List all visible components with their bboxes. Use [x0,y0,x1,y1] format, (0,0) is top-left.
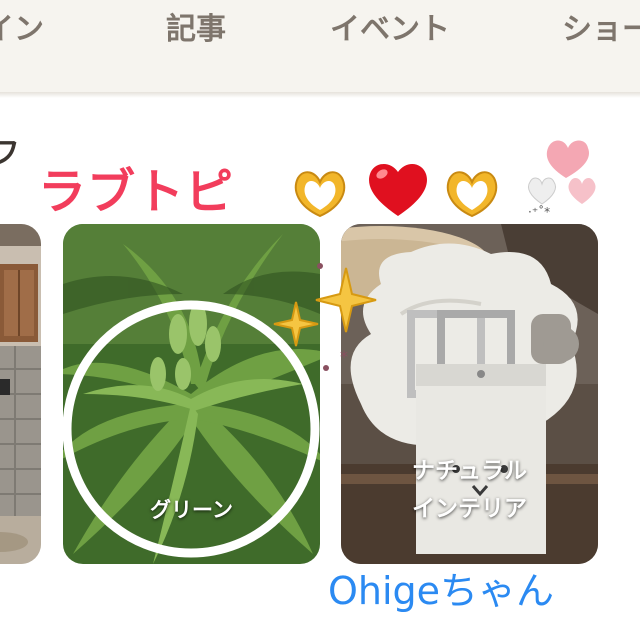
nav-tab-events[interactable]: イベント [330,4,450,48]
nav-tab-shop[interactable]: ショー [562,4,640,48]
section-heading: フ [0,136,20,171]
card-label-natural: ナチュラル インテリア [341,452,598,528]
card-label-green: グリーン [150,498,233,522]
red-heart-icon [369,163,427,216]
nav-tab-articles[interactable]: 記事 [166,4,226,48]
svg-text:*: * [340,347,348,366]
hearts-cluster-icon: ·⁺˚* [528,140,596,218]
top-nav: イン 記事 イベント ショー [0,0,640,92]
nav-divider [0,92,640,98]
heart-hands-icon [446,171,498,218]
svg-text:·⁺˚*: ·⁺˚* [528,204,550,218]
card-label-natural-line1: ナチュラル [412,458,527,484]
love-topic-title: ラブトピ [38,164,235,220]
sparkles-icon: * [273,263,377,371]
heart-hands-icon [294,171,346,218]
card-label-natural-line2: インテリア [412,496,527,522]
card-house[interactable] [0,224,41,564]
author-handle: Ohigeちゃん [328,569,555,613]
house-photo [0,224,41,564]
nav-tab-in[interactable]: イン [0,4,44,48]
